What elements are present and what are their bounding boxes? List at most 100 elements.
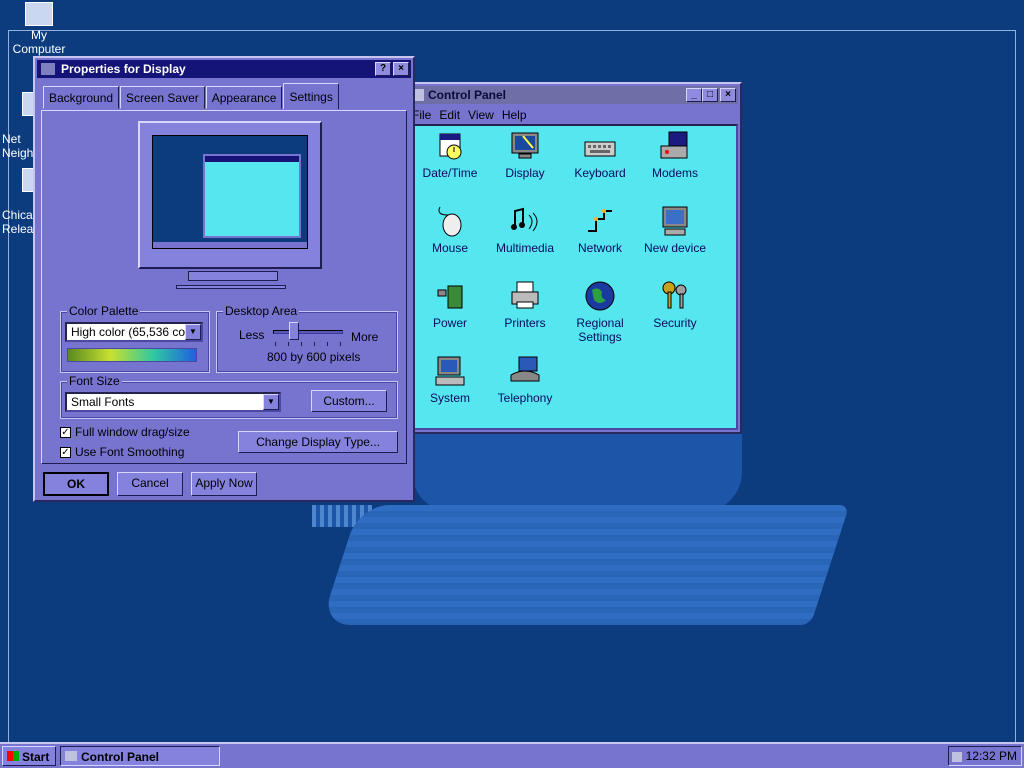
desktop-icon-label: My Computer (12, 28, 66, 56)
cancel-button[interactable]: Cancel (117, 472, 183, 496)
font-size-select[interactable]: Small Fonts ▼ (65, 392, 281, 412)
tab-appearance[interactable]: Appearance (205, 86, 283, 109)
desktop-icon-label: Chica Release (2, 208, 47, 236)
tab-settings[interactable]: Settings (283, 83, 339, 109)
menu-edit[interactable]: Edit (439, 108, 460, 122)
font-smoothing-checkbox[interactable]: ✓ Use Font Smoothing (60, 445, 184, 459)
close-button[interactable]: × (720, 88, 736, 102)
cp-item-regional-settings[interactable]: Regional Settings (560, 280, 640, 344)
globe-icon (584, 280, 616, 312)
cp-item-modems[interactable]: Modems (635, 130, 715, 180)
control-panel-client: Date/Time Display Keyboard Modems Mouse (406, 124, 738, 430)
cp-item-telephony[interactable]: Telephony (485, 355, 565, 405)
power-icon (434, 280, 466, 312)
cp-item-label: Regional Settings (576, 316, 624, 344)
control-panel-window: Control Panel _ □ × File Edit View Help … (402, 82, 742, 434)
color-palette-select[interactable]: High color (65,536 colors) ▼ (65, 322, 203, 342)
dropdown-arrow-icon[interactable]: ▼ (263, 394, 279, 410)
tab-screen-saver[interactable]: Screen Saver (120, 86, 205, 109)
cp-item-label: New device (643, 241, 707, 255)
taskbar: Start Control Panel 12:32 PM (0, 742, 1024, 768)
wallpaper-keyboard-shape (320, 505, 850, 625)
cp-item-power[interactable]: Power (410, 280, 490, 330)
maximize-button[interactable]: □ (702, 88, 718, 102)
group-label: Font Size (67, 374, 122, 388)
group-label: Desktop Area (223, 304, 300, 318)
control-panel-icon (65, 751, 77, 761)
mouse-icon (434, 205, 466, 237)
group-label: Color Palette (67, 304, 141, 318)
telephone-icon (509, 355, 541, 387)
cp-item-system[interactable]: System (410, 355, 490, 405)
menu-bar: File Edit View Help (404, 106, 740, 124)
desktop-area-group: Desktop Area Less More 800 by 600 pixels (216, 304, 398, 373)
cp-item-label: Security (653, 316, 697, 330)
full-window-drag-checkbox[interactable]: ✓ Full window drag/size (60, 425, 190, 439)
font-size-value: Small Fonts (71, 395, 135, 409)
desktop-icon-my-computer[interactable]: My Computer (4, 2, 74, 56)
control-panel-titlebar[interactable]: Control Panel _ □ × (406, 86, 738, 104)
minimize-button[interactable]: _ (686, 88, 702, 102)
help-button[interactable]: ? (375, 62, 391, 76)
checkmark-icon[interactable]: ✓ (60, 446, 71, 458)
menu-help[interactable]: Help (502, 108, 527, 122)
network-icon (584, 205, 616, 237)
slider-less-label: Less (239, 328, 265, 342)
font-size-group: Font Size Small Fonts ▼ Custom... (60, 374, 398, 419)
monitor-preview (138, 121, 322, 269)
close-button[interactable]: × (393, 62, 409, 76)
cp-item-label: Date/Time (422, 166, 478, 180)
volume-icon[interactable] (951, 751, 962, 762)
dialog-title: Properties for Display (61, 62, 186, 76)
new-device-icon (659, 205, 691, 237)
cp-item-label: System (429, 391, 470, 405)
cp-item-date-time[interactable]: Date/Time (410, 130, 490, 180)
checkmark-icon[interactable]: ✓ (60, 426, 71, 438)
taskbar-button-control-panel[interactable]: Control Panel (60, 746, 220, 766)
color-palette-group: Color Palette High color (65,536 colors)… (60, 304, 210, 373)
desktop-area-slider-thumb[interactable] (289, 322, 299, 340)
desktop-area-slider-track[interactable] (273, 330, 343, 334)
tab-background[interactable]: Background (43, 86, 120, 109)
cp-item-keyboard[interactable]: Keyboard (560, 130, 640, 180)
wallpaper-monitor-shape (412, 432, 742, 512)
cp-item-printers[interactable]: Printers (485, 280, 565, 330)
tab-panel: Color Palette High color (65,536 colors)… (41, 110, 407, 464)
cp-item-security[interactable]: Security (635, 280, 715, 330)
cp-item-label: Telephony (497, 391, 553, 405)
cp-item-label: Modems (651, 166, 698, 180)
resolution-label: 800 by 600 pixels (267, 350, 361, 364)
multimedia-icon (509, 205, 541, 237)
computer-icon (25, 2, 53, 26)
color-spectrum-bar (67, 348, 197, 362)
cp-item-label: Display (505, 166, 545, 180)
modem-icon (659, 130, 691, 162)
change-display-type-button[interactable]: Change Display Type... (238, 431, 398, 453)
ok-button[interactable]: OK (43, 472, 109, 496)
display-properties-dialog: Properties for Display ? × Background Sc… (33, 56, 415, 502)
system-icon (434, 355, 466, 387)
dropdown-arrow-icon[interactable]: ▼ (185, 324, 201, 340)
cp-item-multimedia[interactable]: Multimedia (485, 205, 565, 255)
clock[interactable]: 12:32 PM (966, 749, 1017, 763)
cp-item-display[interactable]: Display (485, 130, 565, 180)
dialog-titlebar[interactable]: Properties for Display ? × (37, 60, 411, 78)
desktop-icon-chicago-release[interactable]: Chica Release (2, 154, 50, 250)
cp-item-label: Mouse (431, 241, 469, 255)
monitor-base (176, 285, 286, 289)
start-button[interactable]: Start (2, 746, 56, 766)
cp-item-network[interactable]: Network (560, 205, 640, 255)
apply-now-button[interactable]: Apply Now (191, 472, 257, 496)
preview-screen (152, 135, 308, 249)
keys-icon (659, 280, 691, 312)
custom-font-button[interactable]: Custom... (311, 390, 387, 412)
window-title: Control Panel (428, 88, 507, 102)
menu-view[interactable]: View (468, 108, 494, 122)
slider-more-label: More (351, 330, 379, 344)
cp-item-new-device[interactable]: New device (635, 205, 715, 255)
windows-logo-icon (7, 751, 19, 761)
monitor-stand (188, 271, 278, 281)
checkbox-label: Full window drag/size (75, 425, 190, 439)
cp-item-mouse[interactable]: Mouse (410, 205, 490, 255)
checkbox-label: Use Font Smoothing (75, 445, 185, 459)
